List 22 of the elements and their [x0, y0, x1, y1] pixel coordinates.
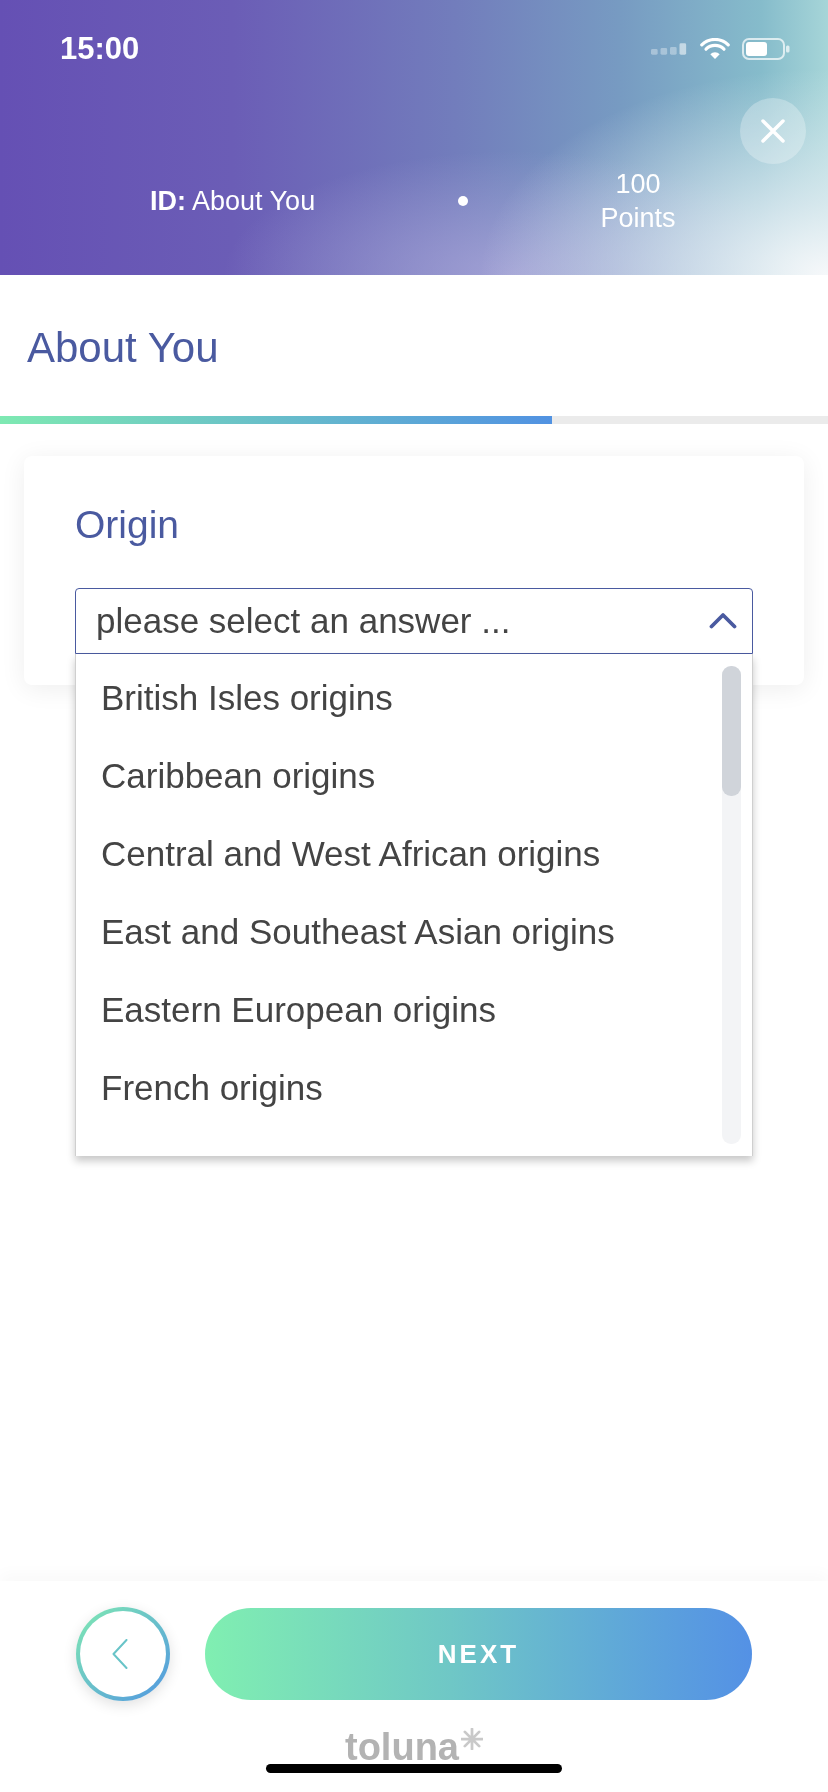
- chevron-left-icon: [112, 1639, 128, 1669]
- points-text: 100 Points: [600, 168, 676, 235]
- question-label: Origin: [75, 503, 180, 547]
- survey-id-text: ID: About You: [150, 186, 316, 216]
- brand-logo-text: toluna: [345, 1732, 459, 1762]
- status-time: 15:00: [60, 31, 140, 67]
- asterisk-icon: [461, 1728, 483, 1750]
- dot-icon: [458, 196, 468, 206]
- scrollbar-thumb[interactable]: [722, 666, 741, 796]
- wifi-icon: [700, 38, 730, 60]
- close-icon: [761, 119, 785, 143]
- chevron-up-icon: [709, 612, 737, 629]
- dropdown-option[interactable]: East and Southeast Asian origins: [76, 893, 722, 971]
- dropdown-option[interactable]: Caribbean origins: [76, 737, 722, 815]
- signal-icon: [651, 43, 689, 55]
- dropdown-option[interactable]: British Isles origins: [76, 659, 722, 737]
- dropdown-option[interactable]: Central and West African origins: [76, 815, 722, 893]
- dropdown-option[interactable]: Eastern European origins: [76, 971, 722, 1049]
- select-field[interactable]: please select an answer ...: [75, 588, 753, 654]
- battery-icon: [742, 38, 790, 60]
- dropdown-option[interactable]: French origins: [76, 1049, 722, 1127]
- page-title: About You: [26, 324, 219, 372]
